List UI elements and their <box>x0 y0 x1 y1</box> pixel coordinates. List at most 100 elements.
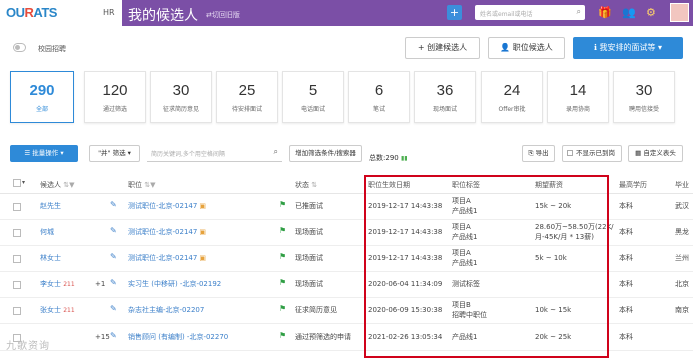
stat-card[interactable]: 36 现场面试 <box>414 71 476 123</box>
stat-label: 待安排面试 <box>231 106 262 113</box>
edit-icon[interactable]: ✎ <box>110 331 117 341</box>
stat-card[interactable]: 25 待安排面试 <box>216 71 278 123</box>
candidate-name[interactable]: 李女士 <box>40 280 61 288</box>
th-graduation[interactable]: 毕业 <box>675 180 689 190</box>
total-value: 290 <box>385 154 399 162</box>
candidate-name[interactable]: 林女士 <box>40 254 61 262</box>
custom-columns-button[interactable]: ▦ 自定义表头 <box>628 145 683 162</box>
job-link[interactable]: 测试职位-北京-02147 <box>128 254 197 262</box>
job-link[interactable]: 实习生 (中移研) -北京-02192 <box>128 280 221 288</box>
job-link[interactable]: 测试职位-北京-02147 <box>128 228 197 236</box>
row-checkbox[interactable] <box>13 229 21 237</box>
campus-recruit-toggle[interactable] <box>13 43 26 52</box>
hide-rejected-checkbox[interactable]: 不显示已到岗 <box>562 145 622 162</box>
logo-area: OURATS HR <box>0 0 122 26</box>
campus-recruit-label: 校园招聘 <box>38 45 66 53</box>
stat-label: 通过筛选 <box>102 106 127 113</box>
stat-card[interactable]: 30 聘用信接受 <box>613 71 675 123</box>
stat-count: 6 <box>374 82 384 99</box>
th-status[interactable]: 状态 ⇅ <box>295 180 317 190</box>
flag-icon: ⚑ <box>279 226 287 235</box>
row-checkbox[interactable] <box>13 255 21 263</box>
graduation-school: 南京 <box>675 306 689 314</box>
keyword-placeholder: 简历关键词,多个用空格间隔 <box>151 151 225 158</box>
th-candidate[interactable]: 候选人 ⇅▼ <box>40 180 74 190</box>
education: 本科 <box>619 280 633 288</box>
stat-card[interactable]: 120 通过筛选 <box>84 71 146 123</box>
th-education[interactable]: 最高学历 <box>619 180 647 190</box>
stat-count: 120 <box>102 82 128 99</box>
batch-operation-button[interactable]: ☰ 批量操作 ▾ <box>10 145 78 162</box>
logo-text-main: OU <box>6 5 25 20</box>
row-checkbox[interactable] <box>13 203 21 211</box>
search-placeholder: 姓名或email或电话 <box>480 11 533 18</box>
page-title: 我的候选人 <box>128 8 198 24</box>
hr-label: HR <box>103 8 115 17</box>
candidate-cell: 赵先生 <box>40 201 61 211</box>
add-button[interactable]: + <box>447 5 462 20</box>
keyword-search-input[interactable]: 简历关键词,多个用空格间隔 ⌕ <box>147 145 282 162</box>
sort-filter-icon[interactable]: ⇅▼ <box>63 181 74 189</box>
logo[interactable]: OURATS <box>6 5 57 20</box>
job-cell: 测试职位-北京-02147 ▣ <box>128 227 206 237</box>
job-link[interactable]: 杂志社主编-北京-02207 <box>128 306 204 314</box>
job-cell: 杂志社主编-北京-02207 <box>128 305 204 315</box>
row-checkbox[interactable] <box>13 307 21 315</box>
avatar[interactable] <box>670 3 689 22</box>
create-candidate-button[interactable]: + 创建候选人 <box>405 37 480 59</box>
job-link[interactable]: 测试职位-北京-02147 <box>128 202 197 210</box>
top-bar: OURATS HR 我的候选人 ⇄切回旧版 + 姓名或email或电话 ⌕ 🎁 … <box>0 0 693 26</box>
education: 本科 <box>619 228 633 236</box>
row-checkbox[interactable] <box>13 281 21 289</box>
stat-count: 5 <box>308 82 318 99</box>
edit-icon[interactable]: ✎ <box>110 200 117 210</box>
candidate-name[interactable]: 何城 <box>40 228 54 236</box>
select-dropdown-icon[interactable]: ▾ <box>22 179 25 186</box>
candidate-school-tag: 211 <box>63 281 75 288</box>
sort-filter-icon[interactable]: ⇅▼ <box>144 181 155 189</box>
and-filter-dropdown[interactable]: "并" 筛选 ▾ <box>89 145 140 162</box>
stat-count: 30 <box>635 82 653 99</box>
lock-icon: ▣ <box>199 254 206 262</box>
job-link[interactable]: 销售顾问 (有编制) -北京-02270 <box>128 333 228 341</box>
candidate-cell: 林女士 <box>40 253 61 263</box>
edit-icon[interactable]: ✎ <box>110 226 117 236</box>
candidate-name[interactable]: 张女士 <box>40 306 61 314</box>
edit-icon[interactable]: ✎ <box>110 304 117 314</box>
status-text: 现场面试 <box>295 280 323 288</box>
team-icon[interactable]: 👥 <box>622 6 636 19</box>
stat-card[interactable]: 14 录用协商 <box>547 71 609 123</box>
watermark: 九歌资询 <box>6 341 50 352</box>
settings-icon[interactable]: ⚙ <box>646 6 656 19</box>
edit-icon[interactable]: ✎ <box>110 278 117 288</box>
add-filter-button[interactable]: 增加筛选条件/搜索器 <box>289 145 362 162</box>
gift-icon[interactable]: 🎁 <box>598 6 612 19</box>
flag-icon: ⚑ <box>279 304 287 313</box>
stat-card[interactable]: 30 征求简历意见 <box>150 71 212 123</box>
edit-icon[interactable]: ✎ <box>110 252 117 262</box>
extra-jobs-count[interactable]: +1 <box>95 279 105 289</box>
th-job[interactable]: 职位 ⇅▼ <box>128 180 155 190</box>
candidate-cell: 李女士 211 <box>40 279 75 290</box>
switch-old-version-link[interactable]: ⇄切回旧版 <box>206 10 240 20</box>
search-icon[interactable]: ⌕ <box>274 147 278 157</box>
search-icon[interactable]: ⌕ <box>577 7 581 17</box>
bar-chart-icon[interactable]: ▮▮ <box>401 155 408 162</box>
stat-count: 290 <box>29 82 55 99</box>
graduation-school: 黑龙 <box>675 228 689 236</box>
my-interviews-button[interactable]: ℹ 我安排的面试等 ▾ <box>573 37 683 59</box>
job-candidate-button[interactable]: 👤 职位候选人 <box>488 37 565 59</box>
graduation-school: 北京 <box>675 280 689 288</box>
checkbox-icon[interactable] <box>567 150 573 156</box>
sort-icon[interactable]: ⇅ <box>311 181 317 189</box>
export-button[interactable]: ⎘ 导出 <box>522 145 555 162</box>
stat-card[interactable]: 290 全部 <box>10 71 74 123</box>
select-all-checkbox[interactable] <box>13 179 21 187</box>
stat-card[interactable]: 6 笔试 <box>348 71 410 123</box>
stat-card[interactable]: 5 电话面试 <box>282 71 344 123</box>
stat-card[interactable]: 24 Offer审批 <box>481 71 543 123</box>
global-search-input[interactable]: 姓名或email或电话 ⌕ <box>475 5 585 20</box>
candidate-name[interactable]: 赵先生 <box>40 202 61 210</box>
stat-label: 征求简历意见 <box>162 106 199 113</box>
extra-jobs-count[interactable]: +15 <box>95 332 110 342</box>
